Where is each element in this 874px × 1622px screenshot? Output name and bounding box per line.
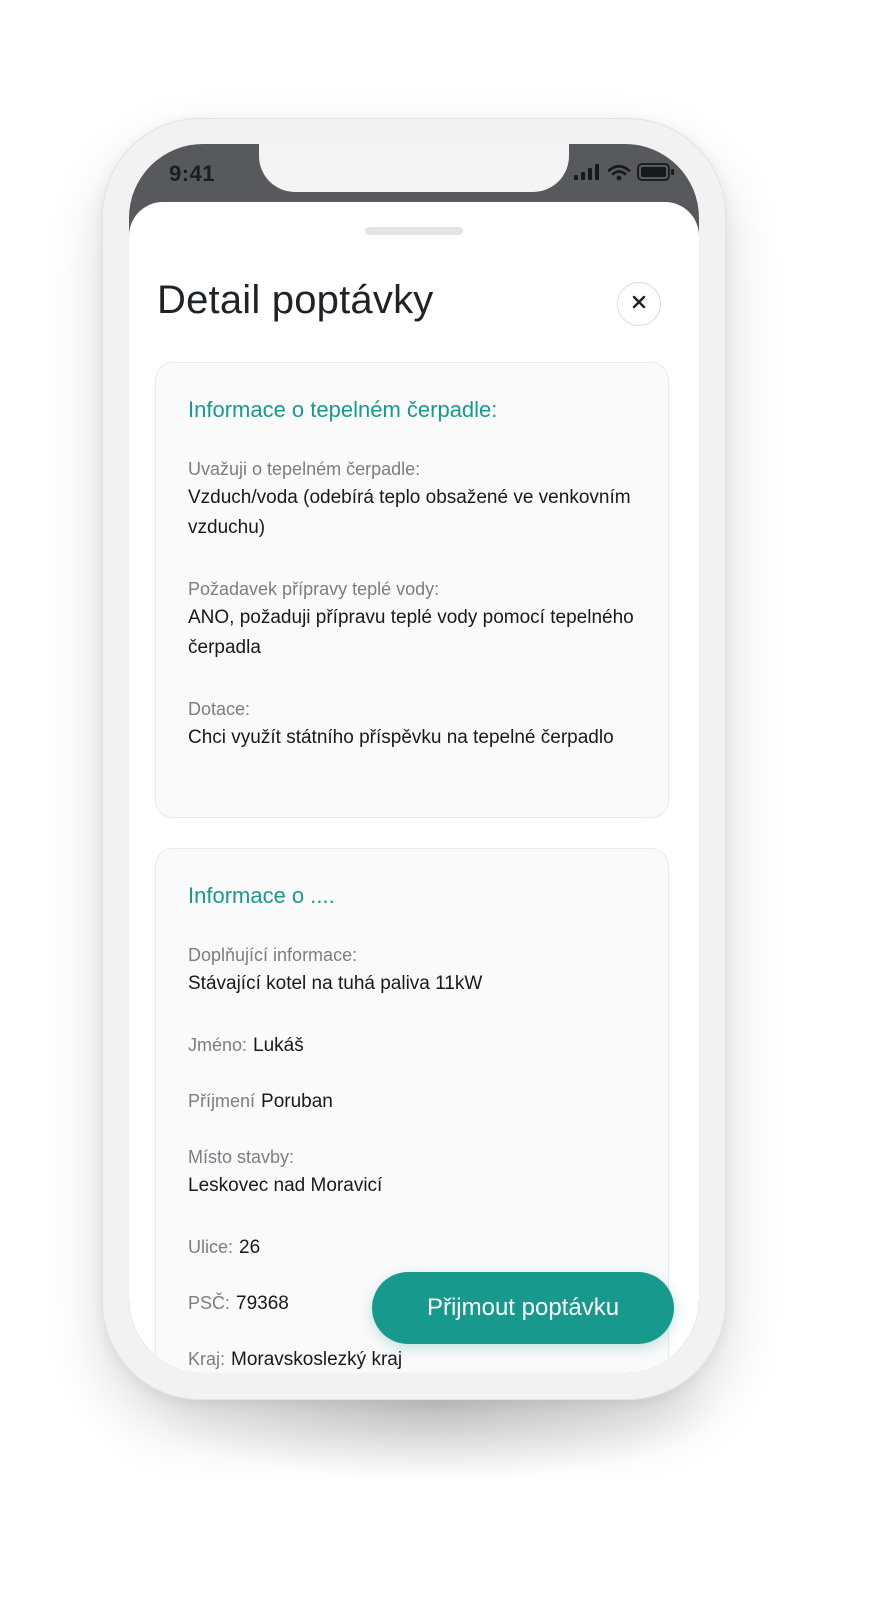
field-label: Doplňující informace: xyxy=(188,945,358,965)
heat-pump-info-card: Informace o tepelném čerpadle: Uvažuji o… xyxy=(155,362,669,818)
close-icon xyxy=(632,295,646,314)
close-button[interactable] xyxy=(617,282,661,326)
field-place: Místo stavby: Leskovec nad Moravicí xyxy=(188,1143,638,1201)
battery-icon xyxy=(637,163,675,186)
field-label: Kraj: xyxy=(188,1349,226,1369)
field-value: 26 xyxy=(239,1237,261,1258)
notch xyxy=(259,144,569,192)
signal-icon xyxy=(573,164,601,185)
field-extra-info: Doplňující informace: Stávající kotel na… xyxy=(188,941,638,999)
field-value: 79368 xyxy=(236,1293,289,1314)
field-label: Místo stavby: xyxy=(188,1147,295,1167)
field-label: PSČ: xyxy=(188,1293,231,1313)
field-hot-water: Požadavek přípravy teplé vody: ANO, poža… xyxy=(188,575,638,663)
field-last-name: Příjmení Poruban xyxy=(188,1087,638,1117)
status-time: 9:41 xyxy=(169,161,216,186)
field-value: Vzduch/voda (odebírá teplo obsažené ve v… xyxy=(188,487,631,538)
page-title: Detail poptávky xyxy=(157,278,434,322)
sheet-grabber[interactable] xyxy=(365,227,463,235)
field-subsidy: Dotace: Chci využít státního příspěvku n… xyxy=(188,695,638,753)
phone-frame: 9:41 Detail poptávky Informace o tepelné… xyxy=(102,118,726,1400)
field-value: Chci využít státního příspěvku na tepeln… xyxy=(188,727,614,748)
field-label: Jméno: xyxy=(188,1035,248,1055)
field-value: Lukáš xyxy=(253,1035,304,1056)
field-label: Požadavek přípravy teplé vody: xyxy=(188,579,440,599)
field-value: Poruban xyxy=(261,1091,333,1112)
field-region: Kraj: Moravskoslezký kraj xyxy=(188,1345,638,1373)
field-value: Stávající kotel na tuhá paliva 11kW xyxy=(188,973,483,994)
field-label: Uvažuji o tepelném čerpadle: xyxy=(188,459,421,479)
field-label: Příjmení xyxy=(188,1091,256,1111)
wifi-icon xyxy=(607,164,631,186)
field-first-name: Jméno: Lukáš xyxy=(188,1031,638,1061)
status-icons xyxy=(573,163,675,186)
field-heat-pump-type: Uvažuji o tepelném čerpadle: Vzduch/voda… xyxy=(188,455,638,543)
field-label: Ulice: xyxy=(188,1237,234,1257)
phone-screen: 9:41 Detail poptávky Informace o tepelné… xyxy=(129,144,699,1373)
card-title-heat-pump: Informace o tepelném čerpadle: xyxy=(188,397,498,422)
field-value: ANO, požaduji přípravu teplé vody pomocí… xyxy=(188,607,634,658)
card-title-contact: Informace o .... xyxy=(188,883,335,908)
field-value: Leskovec nad Moravicí xyxy=(188,1175,383,1196)
detail-sheet: Detail poptávky Informace o tepelném čer… xyxy=(129,202,699,1373)
field-street: Ulice: 26 xyxy=(188,1233,638,1263)
field-label: Dotace: xyxy=(188,699,251,719)
accept-request-button[interactable]: Přijmout poptávku xyxy=(372,1272,674,1344)
field-value: Moravskoslezký kraj xyxy=(231,1349,403,1370)
